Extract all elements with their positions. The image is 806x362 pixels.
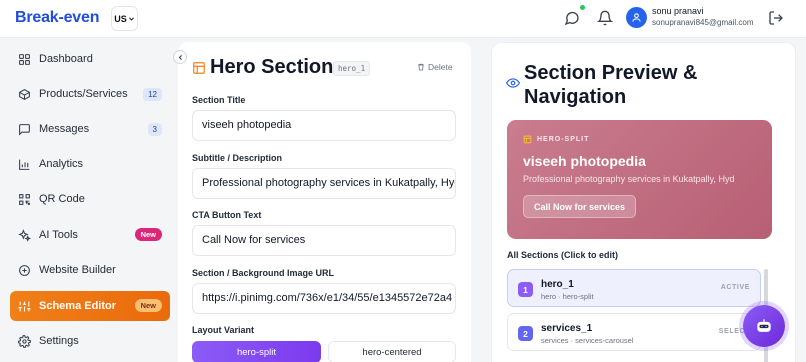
chevron-left-icon xyxy=(178,54,182,60)
all-sections-label: All Sections (Click to edit) xyxy=(507,250,619,260)
sidebar-item-analytics[interactable]: Analytics xyxy=(10,149,170,179)
section-number: 2 xyxy=(518,326,533,341)
layout-icon xyxy=(193,62,205,74)
page-title: Hero Section xyxy=(210,56,334,78)
chevron-down-icon xyxy=(128,17,134,21)
cta-label: CTA Button Text xyxy=(192,210,262,220)
gear-icon xyxy=(18,334,31,348)
sidebar-item-settings[interactable]: Settings xyxy=(10,326,170,356)
assistant-fab-button[interactable] xyxy=(743,305,785,347)
sidebar-item-dashboard[interactable]: Dashboard xyxy=(10,44,170,74)
logout-icon[interactable] xyxy=(768,10,784,26)
layout-icon xyxy=(523,135,532,144)
robot-assistant-icon xyxy=(757,319,771,332)
sidebar-item-label: Schema Editor xyxy=(39,300,117,312)
avatar[interactable] xyxy=(626,7,647,28)
sidebar-item-label: Dashboard xyxy=(39,53,93,65)
top-header: Break-even US sonu pranavi sonupranavi84… xyxy=(0,0,806,38)
section-name: hero_1 xyxy=(541,279,574,290)
bell-icon[interactable] xyxy=(597,10,613,26)
hero-section-editor: Hero Section hero_1 Delete Section Title… xyxy=(178,42,471,362)
section-name: services_1 xyxy=(541,323,593,334)
hero-variant-tag: HERO-SPLIT xyxy=(523,135,589,144)
sidebar-item-label: Products/Services xyxy=(39,88,128,100)
plus-circle-icon xyxy=(19,264,30,276)
dashboard-grid-icon xyxy=(19,53,30,65)
hero-cta-button[interactable]: Call Now for services xyxy=(523,195,637,218)
chat-icon xyxy=(19,123,30,136)
sidebar-item-schema-editor[interactable]: Schema Editor New xyxy=(10,291,170,321)
new-badge: New xyxy=(134,228,162,241)
subtitle-input[interactable]: Professional photography services in Kuk… xyxy=(192,168,456,199)
section-id-tag: hero_1 xyxy=(333,61,371,76)
eye-icon xyxy=(506,78,520,88)
cta-input[interactable]: Call Now for services xyxy=(192,225,456,256)
region-label: US xyxy=(114,13,127,24)
qr-code-icon xyxy=(19,193,30,205)
sidebar-item-label: Website Builder xyxy=(39,264,116,276)
subtitle-label: Subtitle / Description xyxy=(192,153,283,163)
sidebar-item-qr-code[interactable]: QR Code xyxy=(10,184,170,214)
section-meta: hero · hero-split xyxy=(541,292,594,301)
variant-hero-split-button[interactable]: hero-split xyxy=(192,341,321,362)
sidebar-item-ai-tools[interactable]: AI Tools New xyxy=(10,220,170,250)
hero-subtitle: Professional photography services in Kuk… xyxy=(523,174,735,184)
preview-title: Section Preview & Navigation xyxy=(524,62,698,108)
user-email: sonupranavi845@gmail.com xyxy=(652,18,754,27)
section-title-label: Section Title xyxy=(192,95,246,105)
products-count-badge: 12 xyxy=(143,88,162,101)
new-badge: New xyxy=(134,299,162,312)
section-title-input[interactable]: viseeh photopedia xyxy=(192,110,456,141)
sidebar-item-label: QR Code xyxy=(39,193,85,205)
sidebar-item-products[interactable]: Products/Services 12 xyxy=(10,79,170,109)
brand-logo[interactable]: Break-even xyxy=(15,9,99,27)
sidebar-item-messages[interactable]: Messages 3 xyxy=(10,114,170,144)
message-circle-icon[interactable] xyxy=(564,10,580,26)
sidebar-item-label: Messages xyxy=(39,123,90,135)
sidebar: Dashboard Products/Services 12 Messages … xyxy=(0,39,178,362)
section-status: ACTIVE xyxy=(720,284,750,291)
sliders-icon xyxy=(18,301,31,311)
variant-hero-centered-button[interactable]: hero-centered xyxy=(328,341,456,362)
sidebar-item-label: Settings xyxy=(39,335,79,347)
user-name: sonu pranavi xyxy=(652,6,704,16)
messages-count-badge: 3 xyxy=(147,123,162,136)
delete-button[interactable]: Delete xyxy=(417,62,453,72)
section-list-item-hero[interactable]: 1 hero_1 hero · hero-split ACTIVE xyxy=(507,269,761,307)
section-meta: services · services-carousel xyxy=(541,336,634,345)
user-icon xyxy=(632,13,641,22)
notification-dot xyxy=(580,5,585,10)
layout-variant-label: Layout Variant xyxy=(192,325,255,335)
hero-heading: viseeh photopedia xyxy=(523,153,646,169)
section-list-item-services[interactable]: 2 services_1 services · services-carouse… xyxy=(507,313,761,351)
image-url-input[interactable]: https://i.pinimg.com/736x/e1/34/55/e1345… xyxy=(192,283,456,314)
region-selector[interactable]: US xyxy=(111,6,138,31)
sidebar-item-label: Analytics xyxy=(39,158,84,170)
hero-variant-label: HERO-SPLIT xyxy=(537,136,590,143)
delete-label: Delete xyxy=(428,62,453,72)
box-icon xyxy=(19,88,30,100)
sparkles-icon xyxy=(18,228,31,242)
sidebar-item-label: AI Tools xyxy=(39,229,78,241)
sidebar-collapse-button[interactable] xyxy=(173,50,187,64)
hero-preview-card[interactable]: HERO-SPLIT viseeh photopedia Professiona… xyxy=(507,120,772,239)
section-number: 1 xyxy=(518,282,533,297)
image-url-label: Section / Background Image URL xyxy=(192,268,335,278)
trash-icon xyxy=(418,63,424,71)
sidebar-item-website-builder[interactable]: Website Builder xyxy=(10,255,170,285)
bar-chart-icon xyxy=(19,159,30,170)
